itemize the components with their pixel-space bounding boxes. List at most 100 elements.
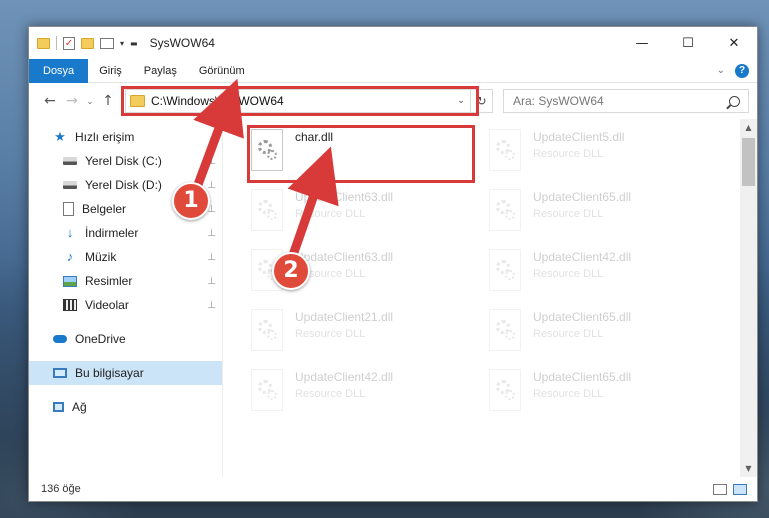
nav-item-onedrive[interactable]: OneDrive bbox=[29, 327, 222, 351]
nav-item-pictures[interactable]: Resimler ⊥ bbox=[29, 269, 222, 293]
videos-icon bbox=[63, 299, 77, 311]
nav-quick-access[interactable]: ★ Hızlı erişim bbox=[29, 125, 222, 149]
file-item[interactable]: UpdateClient5.dll Resource DLL bbox=[481, 123, 719, 183]
recent-locations-chevron-icon[interactable]: ⌄ bbox=[83, 97, 97, 106]
toolbar-separator bbox=[56, 36, 57, 50]
help-icon[interactable]: ? bbox=[735, 63, 749, 78]
file-item[interactable]: UpdateClient63.dll Resource DLL bbox=[243, 183, 481, 243]
file-grid: char.dll UpdateClient5.dll Resource DLL U… bbox=[243, 123, 719, 423]
pictures-icon bbox=[63, 275, 77, 287]
nav-item-this-pc[interactable]: Bu bilgisayar bbox=[29, 361, 222, 385]
refresh-button[interactable]: ↻ bbox=[470, 90, 492, 112]
file-item[interactable]: UpdateClient42.dll Resource DLL bbox=[481, 243, 719, 303]
up-button[interactable]: ↑ bbox=[97, 93, 119, 109]
dll-file-icon bbox=[489, 129, 521, 171]
file-description: Resource DLL bbox=[295, 328, 366, 340]
new-folder-icon[interactable] bbox=[81, 37, 94, 49]
nav-label: Hızlı erişim bbox=[75, 130, 135, 144]
star-icon: ★ bbox=[54, 129, 66, 144]
back-button[interactable]: ← bbox=[39, 93, 61, 109]
pin-icon[interactable]: ⊥ bbox=[207, 252, 216, 263]
properties-check-icon[interactable]: ✓ bbox=[63, 36, 75, 50]
nav-label: Videolar bbox=[85, 298, 129, 312]
pin-icon[interactable]: ⊥ bbox=[207, 156, 216, 167]
maximize-button[interactable]: ☐ bbox=[665, 27, 711, 59]
file-item[interactable]: UpdateClient21.dll Resource DLL bbox=[243, 303, 481, 363]
window-title: SysWOW64 bbox=[149, 36, 215, 50]
file-name: UpdateClient65.dll bbox=[533, 310, 632, 324]
scroll-up-arrow-icon[interactable]: ▲ bbox=[740, 119, 757, 136]
pin-icon[interactable]: ⊥ bbox=[207, 300, 216, 311]
pin-icon[interactable]: ⊥ bbox=[207, 228, 216, 239]
nav-label: Müzik bbox=[85, 250, 117, 264]
file-item[interactable]: UpdateClient65.dll Resource DLL bbox=[481, 363, 719, 423]
tab-paylas[interactable]: Paylaş bbox=[133, 59, 188, 83]
file-name: UpdateClient5.dll bbox=[533, 130, 625, 144]
nav-label: Yerel Disk (C:) bbox=[85, 154, 162, 168]
forward-button[interactable]: → bbox=[61, 93, 83, 109]
documents-icon bbox=[63, 202, 74, 216]
window-controls: — ☐ ✕ bbox=[619, 27, 757, 59]
nav-item-music[interactable]: ♪ Müzik ⊥ bbox=[29, 245, 222, 269]
expand-ribbon-chevron-icon[interactable]: ⌄ bbox=[717, 65, 725, 76]
drive-icon bbox=[63, 181, 77, 189]
file-item-char-dll[interactable]: char.dll bbox=[243, 123, 481, 183]
file-item[interactable]: UpdateClient65.dll Resource DLL bbox=[481, 183, 719, 243]
file-description: Resource DLL bbox=[533, 388, 604, 400]
tab-dosya[interactable]: Dosya bbox=[29, 58, 89, 83]
nav-label: Resimler bbox=[85, 274, 133, 288]
minimize-button[interactable]: — bbox=[619, 27, 665, 59]
dll-file-icon bbox=[489, 369, 521, 411]
music-icon: ♪ bbox=[66, 249, 74, 264]
ribbon-tabs: Dosya Giriş Paylaş Görünüm ⌄ ? bbox=[29, 58, 757, 83]
explorer-body: ★ Hızlı erişim Yerel Disk (C:) ⊥ Yerel D… bbox=[29, 119, 757, 477]
status-bar: 136 öğe bbox=[29, 477, 757, 501]
close-button[interactable]: ✕ bbox=[711, 27, 757, 59]
search-input[interactable]: Ara: SysWOW64 bbox=[513, 94, 604, 108]
file-item[interactable]: UpdateClient65.dll Resource DLL bbox=[481, 303, 719, 363]
search-box[interactable]: Ara: SysWOW64 bbox=[503, 89, 749, 113]
drive-icon bbox=[63, 157, 77, 165]
file-description: Resource DLL bbox=[295, 388, 366, 400]
nav-item-local-disk-c[interactable]: Yerel Disk (C:) ⊥ bbox=[29, 149, 222, 173]
nav-item-network[interactable]: Ağ bbox=[29, 395, 222, 419]
folder-icon[interactable] bbox=[37, 37, 50, 49]
pin-icon[interactable]: ⊥ bbox=[207, 180, 216, 191]
nav-item-videos[interactable]: Videolar ⊥ bbox=[29, 293, 222, 317]
step2-badge: 2 bbox=[272, 252, 310, 290]
file-description: Resource DLL bbox=[533, 328, 604, 340]
scrollbar-thumb[interactable] bbox=[742, 138, 755, 186]
file-description: Resource DLL bbox=[533, 268, 604, 280]
dll-file-icon bbox=[251, 369, 283, 411]
tab-gorunum[interactable]: Görünüm bbox=[188, 59, 256, 83]
address-row: ← → ⌄ ↑ C:\Windows\SysWOW64 ⌄ ↻ Ara: Sys… bbox=[29, 83, 757, 119]
downloads-icon: ↓ bbox=[66, 225, 74, 240]
address-bar[interactable]: C:\Windows\SysWOW64 ⌄ ↻ bbox=[121, 86, 493, 116]
customize-toolbar-chevron-icon[interactable]: ▾ bbox=[120, 39, 124, 48]
file-item[interactable]: UpdateClient42.dll Resource DLL bbox=[243, 363, 481, 423]
address-dropdown-chevron-icon[interactable]: ⌄ bbox=[452, 96, 470, 106]
details-view-icon[interactable] bbox=[713, 483, 727, 495]
properties-icon[interactable] bbox=[100, 37, 114, 49]
pin-icon[interactable]: ⊥ bbox=[207, 276, 216, 287]
quick-access-toolbar: ✓ ▾ ▬ bbox=[37, 36, 138, 50]
file-name: UpdateClient63.dll bbox=[295, 250, 394, 264]
vertical-scrollbar[interactable]: ▲ ▼ bbox=[740, 119, 757, 477]
scroll-down-arrow-icon[interactable]: ▼ bbox=[740, 460, 757, 477]
toolbar-overflow-icon: ▬ bbox=[130, 38, 138, 48]
file-explorer-window: ✓ ▾ ▬ SysWOW64 — ☐ ✕ Dosya Giriş Paylaş … bbox=[28, 26, 758, 502]
file-description: Resource DLL bbox=[533, 208, 604, 220]
tab-giris[interactable]: Giriş bbox=[88, 59, 133, 83]
file-description: Resource DLL bbox=[295, 208, 366, 220]
nav-item-downloads[interactable]: ↓ İndirmeler ⊥ bbox=[29, 221, 222, 245]
nav-label: İndirmeler bbox=[85, 226, 139, 240]
tiles-view-icon[interactable] bbox=[733, 483, 747, 495]
ribbon-right-controls: ⌄ ? bbox=[717, 63, 757, 78]
item-count: 136 öğe bbox=[41, 483, 81, 495]
address-path[interactable]: C:\Windows\SysWOW64 bbox=[151, 94, 284, 108]
file-name: char.dll bbox=[295, 130, 334, 144]
search-icon[interactable] bbox=[729, 95, 740, 107]
file-name: UpdateClient63.dll bbox=[295, 190, 394, 204]
